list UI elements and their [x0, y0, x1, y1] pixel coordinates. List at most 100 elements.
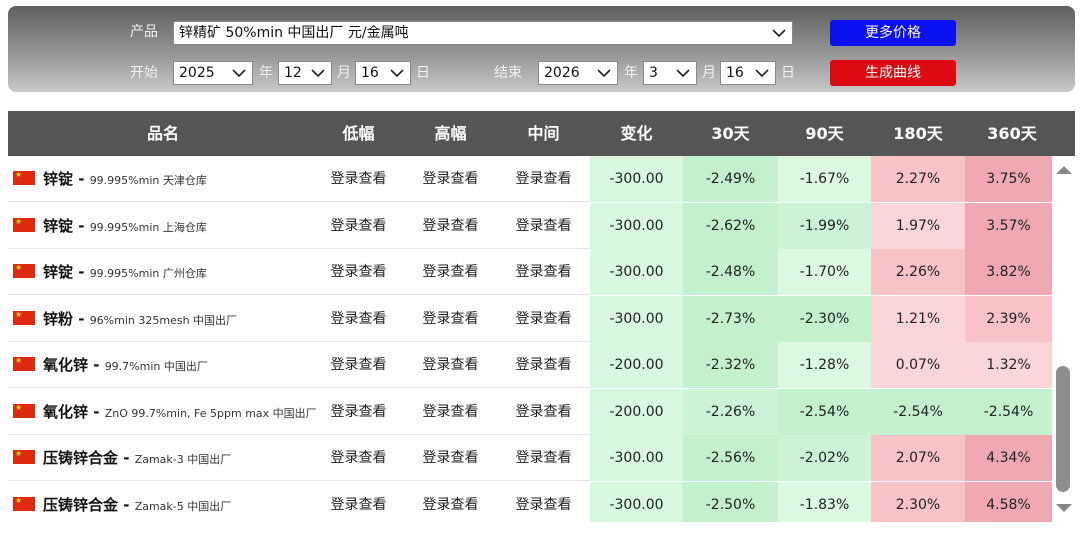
product-name-cell[interactable]: ★ 锌锭 - 99.995%min 上海仓库 [8, 203, 318, 249]
end-year-select[interactable]: 2026 [538, 61, 618, 85]
cell-low[interactable]: 登录查看 [311, 435, 406, 481]
cell-high[interactable]: 登录查看 [404, 296, 497, 342]
cell-180d: 2.26% [871, 249, 965, 295]
cell-low[interactable]: 登录查看 [311, 249, 406, 295]
cell-low[interactable]: 登录查看 [311, 156, 406, 202]
product-name[interactable]: 锌锭 - 99.995%min 天津仓库 [43, 156, 207, 202]
table-scrollbar[interactable] [1052, 156, 1075, 522]
product-name-cell[interactable]: ★ 氧化锌 - ZnO 99.7%min, Fe 5ppm max 中国出厂 [8, 389, 318, 435]
cell-180d: 0.07% [871, 342, 965, 388]
china-flag-icon: ★ [13, 263, 35, 278]
cell-high[interactable]: 登录查看 [404, 156, 497, 202]
cell-180d: 2.07% [871, 435, 965, 481]
cell-mid[interactable]: 登录查看 [497, 342, 590, 388]
cell-change: -300.00 [590, 249, 683, 295]
product-name[interactable]: 锌锭 - 99.995%min 广州仓库 [43, 249, 207, 295]
cell-high[interactable]: 登录查看 [404, 389, 497, 435]
china-flag-icon: ★ [13, 310, 35, 325]
scrollbar-thumb[interactable] [1056, 366, 1070, 492]
cell-mid[interactable]: 登录查看 [497, 156, 590, 202]
cell-30d: -2.56% [683, 435, 778, 481]
product-spec: 99.7%min 中国出厂 [104, 360, 208, 373]
product-name-cell[interactable]: ★ 氧化锌 - 99.7%min 中国出厂 [8, 342, 318, 388]
product-name[interactable]: 锌粉 - 96%min 325mesh 中国出厂 [43, 296, 237, 342]
end-day-value: 16 [726, 65, 744, 81]
scroll-up-arrow-icon[interactable] [1056, 166, 1072, 174]
table-row[interactable]: ★ 氧化锌 - ZnO 99.7%min, Fe 5ppm max 中国出厂 登录查… [8, 388, 1052, 435]
end-month-unit: 月 [702, 65, 716, 81]
table-row[interactable]: ★ 锌锭 - 99.995%min 天津仓库 登录查看 登录查看 登录查看 -300.00… [8, 156, 1052, 202]
product-name-cell[interactable]: ★ 锌粉 - 96%min 325mesh 中国出厂 [8, 296, 318, 342]
name-separator: - [73, 216, 90, 235]
cell-30d: -2.26% [683, 388, 778, 435]
product-spec: ZnO 99.7%min, Fe 5ppm max 中国出厂 [104, 406, 317, 420]
name-separator: - [118, 495, 135, 514]
cell-30d: -2.62% [683, 202, 778, 249]
start-year-unit: 年 [259, 65, 273, 81]
product-name-cell[interactable]: ★ 锌锭 - 99.995%min 天津仓库 [8, 156, 318, 202]
product-name[interactable]: 锌锭 - 99.995%min 上海仓库 [43, 203, 207, 249]
cell-change: -300.00 [590, 481, 683, 522]
start-month-select[interactable]: 12 [278, 61, 332, 85]
cell-30d: -2.49% [683, 156, 778, 202]
product-name[interactable]: 氧化锌 - 99.7%min 中国出厂 [43, 342, 208, 388]
name-separator: - [73, 263, 90, 281]
generate-curve-button[interactable]: 生成曲线 [830, 60, 956, 86]
more-prices-button[interactable]: 更多价格 [830, 20, 956, 46]
start-day-select[interactable]: 16 [355, 61, 411, 85]
cell-180d: 2.30% [871, 481, 965, 522]
header-360d: 360天 [987, 124, 1037, 143]
cell-low[interactable]: 登录查看 [311, 203, 406, 249]
cell-change: -300.00 [590, 156, 683, 202]
product-name-cell[interactable]: ★ 压铸锌合金 - Zamak-5 中国出厂 [8, 482, 318, 523]
china-flag-icon: ★ [13, 403, 35, 418]
cell-mid[interactable]: 登录查看 [497, 203, 590, 249]
product-spec: Zamak-5 中国出厂 [134, 499, 232, 513]
china-flag-icon: ★ [13, 217, 35, 232]
cell-mid[interactable]: 登录查看 [497, 389, 590, 435]
table-row[interactable]: ★ 锌粉 - 96%min 325mesh 中国出厂 登录查看 登录查看 登录查看 -30… [8, 295, 1052, 342]
product-name-cell[interactable]: ★ 压铸锌合金 - Zamak-3 中国出厂 [8, 435, 318, 481]
cell-mid[interactable]: 登录查看 [497, 296, 590, 342]
cell-mid[interactable]: 登录查看 [497, 249, 590, 295]
cell-90d: -1.70% [778, 249, 871, 295]
product-name[interactable]: 氧化锌 - ZnO 99.7%min, Fe 5ppm max 中国出厂 [43, 389, 317, 435]
flag-star-icon: ★ [15, 495, 23, 505]
table-row[interactable]: ★ 锌锭 - 99.995%min 广州仓库 登录查看 登录查看 登录查看 -300.00… [8, 249, 1052, 295]
price-table-body: ★ 锌锭 - 99.995%min 天津仓库 登录查看 登录查看 登录查看 -300.00… [8, 156, 1052, 522]
cell-change: -300.00 [590, 202, 683, 249]
cell-low[interactable]: 登录查看 [311, 342, 406, 388]
product-name-cell[interactable]: ★ 锌锭 - 99.995%min 广州仓库 [8, 249, 318, 295]
cell-high[interactable]: 登录查看 [404, 435, 497, 481]
table-row[interactable]: ★ 氧化锌 - 99.7%min 中国出厂 登录查看 登录查看 登录查看 -200.00-… [8, 342, 1052, 388]
cell-low[interactable]: 登录查看 [311, 389, 406, 435]
header-mid: 中间 [527, 124, 560, 143]
cell-low[interactable]: 登录查看 [311, 296, 406, 342]
name-separator: - [88, 402, 105, 421]
start-year-select[interactable]: 2025 [173, 61, 253, 85]
cell-high[interactable]: 登录查看 [404, 249, 497, 295]
cell-low[interactable]: 登录查看 [311, 482, 406, 523]
cell-mid[interactable]: 登录查看 [497, 482, 590, 523]
cell-180d: 1.21% [871, 295, 965, 342]
product-select[interactable]: 锌精矿 50%min 中国出厂 元/金属吨 [173, 21, 793, 45]
table-row[interactable]: ★ 锌锭 - 99.995%min 上海仓库 登录查看 登录查看 登录查看 -300.00… [8, 202, 1052, 249]
end-month-select[interactable]: 3 [643, 61, 697, 85]
end-day-select[interactable]: 16 [720, 61, 776, 85]
cell-high[interactable]: 登录查看 [404, 482, 497, 523]
product-name-text: 氧化锌 [43, 356, 89, 374]
flag-star-icon: ★ [15, 449, 23, 458]
product-select-value: 锌精矿 50%min 中国出厂 元/金属吨 [179, 25, 409, 41]
chevron-down-icon [311, 69, 325, 78]
cell-mid[interactable]: 登录查看 [497, 435, 590, 481]
table-row[interactable]: ★ 压铸锌合金 - Zamak-5 中国出厂 登录查看 登录查看 登录查看 -300.00… [8, 481, 1052, 523]
cell-high[interactable]: 登录查看 [404, 203, 497, 249]
cell-360d: 4.58% [965, 481, 1052, 522]
product-name[interactable]: 压铸锌合金 - Zamak-5 中国出厂 [43, 482, 231, 523]
cell-high[interactable]: 登录查看 [404, 342, 497, 388]
cell-30d: -2.48% [683, 249, 778, 295]
table-row[interactable]: ★ 压铸锌合金 - Zamak-3 中国出厂 登录查看 登录查看 登录查看 -300.00… [8, 435, 1052, 481]
product-name[interactable]: 压铸锌合金 - Zamak-3 中国出厂 [43, 435, 231, 481]
product-name-text: 氧化锌 [43, 402, 89, 421]
scroll-down-arrow-icon[interactable] [1056, 504, 1072, 512]
